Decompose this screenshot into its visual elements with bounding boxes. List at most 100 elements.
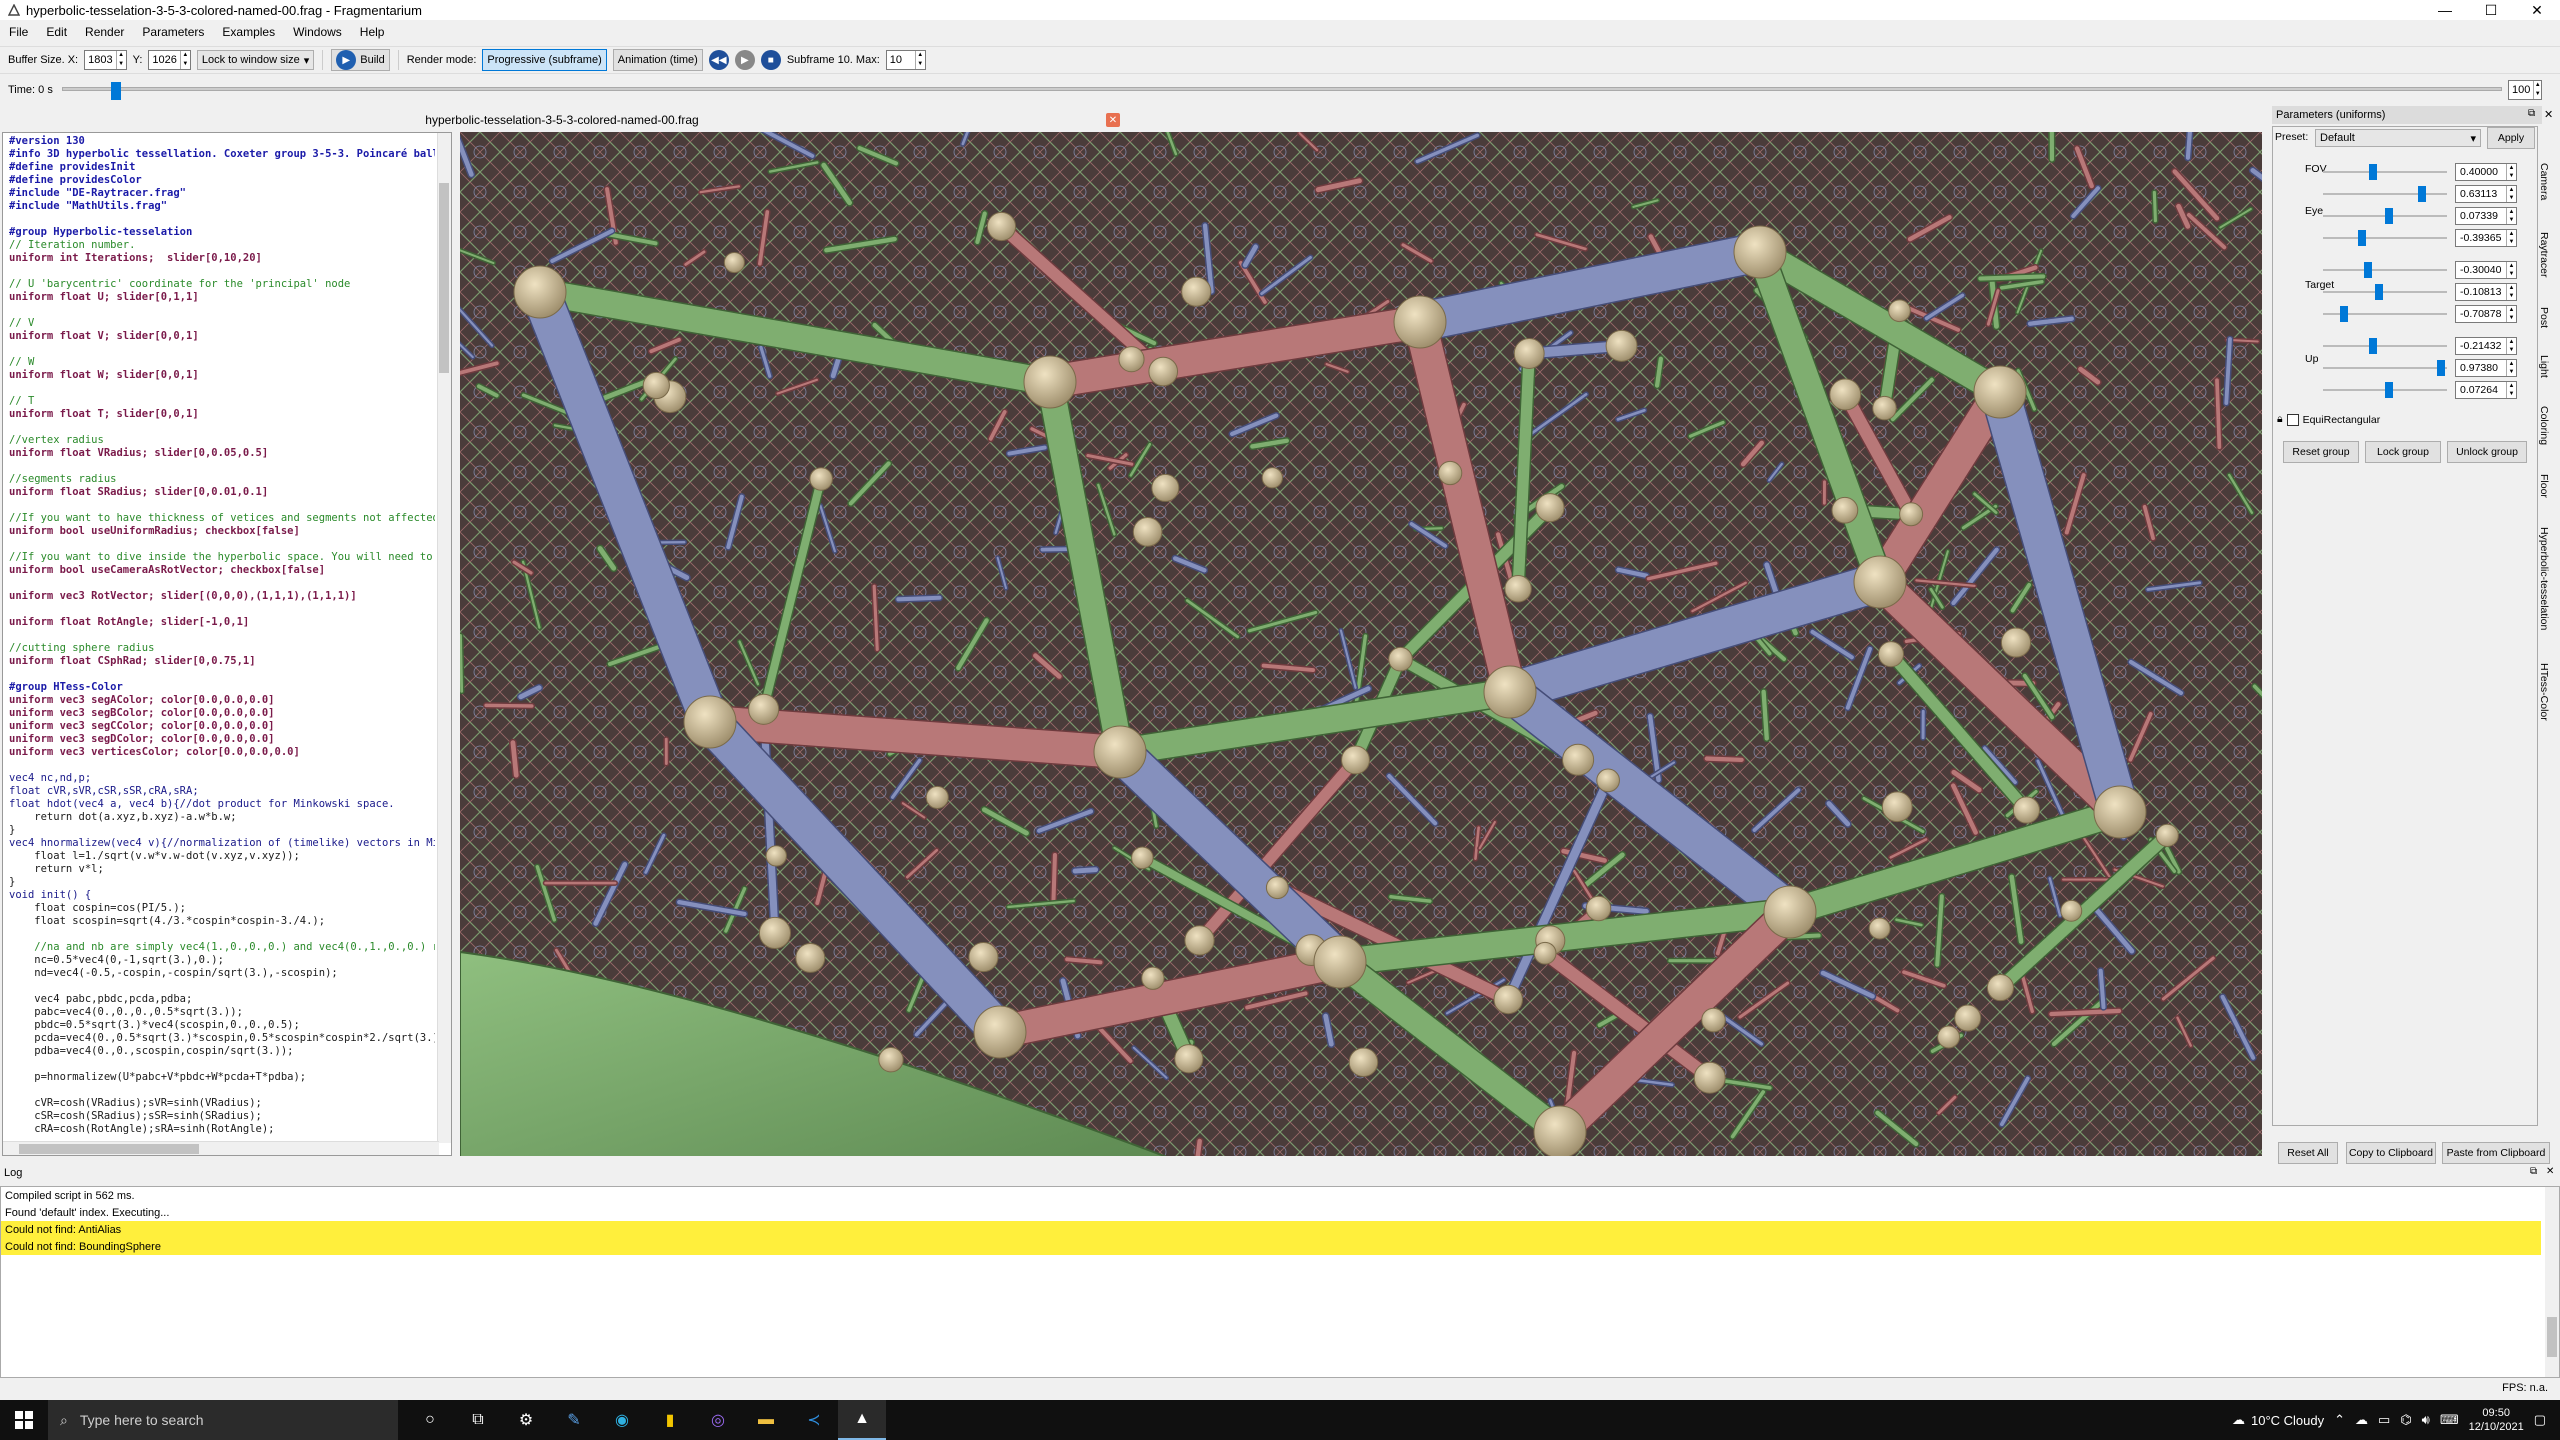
target-y-value[interactable]: -0.10813 ▲ ▼ xyxy=(2455,283,2517,301)
code-line[interactable]: uniform vec3 segBColor; color[0.0,0.0,0.… xyxy=(9,707,435,720)
clock[interactable]: 09:50 12/10/2021 xyxy=(2469,1406,2524,1434)
code-line[interactable]: pbdc=0.5*sqrt(3.)*vec4(scospin,0.,0.,0.5… xyxy=(9,1019,435,1032)
code-line[interactable] xyxy=(9,928,435,941)
file-explorer-icon[interactable]: ▬ xyxy=(742,1400,790,1440)
code-line[interactable] xyxy=(9,499,435,512)
close-button[interactable]: ✕ xyxy=(2514,0,2560,20)
float-panel-icon[interactable]: ⧉ xyxy=(2528,108,2535,119)
code-line[interactable] xyxy=(9,265,435,278)
code-line[interactable]: vec4 hnormalizew(vec4 v){//normalization… xyxy=(9,837,435,850)
up-x-slider-handle[interactable] xyxy=(2368,338,2377,354)
code-line[interactable]: cSR=cosh(SRadius);sSR=sinh(SRadius); xyxy=(9,1110,435,1123)
reset-group-button[interactable]: Reset group xyxy=(2283,441,2359,463)
code-line[interactable]: nc=0.5*vec4(0,-1,sqrt(3.),0.); xyxy=(9,954,435,967)
tab-htess-color[interactable]: HTess-Color xyxy=(2532,652,2556,732)
code-line[interactable]: vec4 pabc,pbdc,pcda,pdba; xyxy=(9,993,435,1006)
spin-arrows-icon[interactable]: ▲ ▼ xyxy=(914,51,925,69)
minimize-button[interactable]: — xyxy=(2422,0,2468,20)
code-line[interactable]: uniform bool useUniformRadius; checkbox[… xyxy=(9,525,435,538)
target-y-slider-handle[interactable] xyxy=(2374,284,2383,300)
spin-arrows-icon[interactable]: ▲ ▼ xyxy=(2506,164,2516,180)
eye-z-value[interactable]: -0.39365 ▲ ▼ xyxy=(2455,229,2517,247)
code-line[interactable]: uniform vec3 segDColor; color[0.0,0.0,0.… xyxy=(9,733,435,746)
code-line[interactable]: return v*l; xyxy=(9,863,435,876)
code-line[interactable]: p=hnormalizew(U*pabc+V*pbdc+W*pcda+T*pdb… xyxy=(9,1071,435,1084)
code-line[interactable] xyxy=(9,304,435,317)
code-line[interactable]: //If you want to dive inside the hyperbo… xyxy=(9,551,435,564)
weather-widget[interactable]: ☁ 10°C Cloudy xyxy=(2232,1412,2324,1428)
play-animation-icon[interactable]: ▶ xyxy=(734,50,755,70)
apply-button[interactable]: Apply xyxy=(2487,127,2535,149)
reset-all-button[interactable]: Reset All xyxy=(2278,1142,2338,1164)
maximize-button[interactable]: ☐ xyxy=(2468,0,2514,20)
code-line[interactable]: //If you want to have thickness of vetic… xyxy=(9,512,435,525)
target-x-slider-handle[interactable] xyxy=(2363,262,2372,278)
code-line[interactable]: #include "MathUtils.frag" xyxy=(9,200,435,213)
tab-coloring[interactable]: Coloring xyxy=(2532,394,2556,458)
keyboard-icon[interactable]: ⌨ xyxy=(2440,1412,2459,1428)
code-line[interactable]: uniform vec3 segCColor; color[0.0,0.0,0.… xyxy=(9,720,435,733)
code-line[interactable]: #group HTess-Color xyxy=(9,681,435,694)
code-line[interactable]: return dot(a.xyz,b.xyz)-a.w*b.w; xyxy=(9,811,435,824)
time-end-spinbox[interactable]: 100 ▲ ▼ xyxy=(2508,80,2542,100)
lock-size-dropdown[interactable]: Lock to window size ▾ xyxy=(196,50,315,70)
unlock-group-button[interactable]: Unlock group xyxy=(2447,441,2527,463)
spin-arrows-icon[interactable]: ▲ ▼ xyxy=(2533,81,2541,99)
code-line[interactable] xyxy=(9,668,435,681)
code-line[interactable]: uniform float VRadius; slider[0,0.05,0.5… xyxy=(9,447,435,460)
code-text[interactable]: #version 130 #info 3D hyperbolic tessella… xyxy=(9,135,435,1136)
subframe-max-spinbox[interactable]: 10 ▲ ▼ xyxy=(885,50,926,70)
code-line[interactable]: nd=vec4(-0.5,-cospin,-cospin/sqrt(3.),-s… xyxy=(9,967,435,980)
buffer-y-spinbox[interactable]: 1026 ▲ ▼ xyxy=(148,50,191,70)
tab-camera[interactable]: Camera xyxy=(2532,152,2556,212)
log-output[interactable]: Compiled script in 562 ms. Found 'defaul… xyxy=(0,1186,2560,1378)
up-y-value[interactable]: 0.97380 ▲ ▼ xyxy=(2455,359,2517,377)
code-line[interactable]: } xyxy=(9,876,435,889)
target-x-value[interactable]: -0.30040 ▲ ▼ xyxy=(2455,261,2517,279)
app-feather-icon[interactable]: ✎ xyxy=(550,1400,598,1440)
code-line[interactable]: uniform float V; slider[0,0,1] xyxy=(9,330,435,343)
obs-app-icon[interactable]: ◎ xyxy=(694,1400,742,1440)
battery-icon[interactable]: ▭ xyxy=(2378,1412,2390,1428)
code-line[interactable] xyxy=(9,629,435,642)
volume-icon[interactable]: 🔊︎ xyxy=(2422,1412,2430,1428)
code-line[interactable]: //segments radius xyxy=(9,473,435,486)
menu-render[interactable]: Render xyxy=(76,25,133,39)
code-line[interactable]: uniform float W; slider[0,0,1] xyxy=(9,369,435,382)
task-view-icon[interactable]: ⧉ xyxy=(454,1400,502,1440)
code-line[interactable]: // Iteration number. xyxy=(9,239,435,252)
code-line[interactable]: float l=1./sqrt(v.w*v.w-dot(v.xyz,v.xyz)… xyxy=(9,850,435,863)
equirectangular-checkbox[interactable] xyxy=(2286,413,2299,426)
code-line[interactable]: vec4 nc,nd,p; xyxy=(9,772,435,785)
code-line[interactable]: // V xyxy=(9,317,435,330)
scroll-thumb[interactable] xyxy=(19,1144,199,1154)
eye-y-slider-handle[interactable] xyxy=(2385,208,2394,224)
code-line[interactable]: float hdot(vec4 a, vec4 b){//dot product… xyxy=(9,798,435,811)
code-line[interactable] xyxy=(9,1084,435,1097)
float-panel-icon[interactable]: ⧉ xyxy=(2530,1166,2537,1177)
editor-horizontal-scrollbar[interactable] xyxy=(3,1141,439,1155)
lock-icon[interactable]: 🔒︎ xyxy=(2277,413,2283,426)
code-line[interactable]: float cVR,sVR,cSR,sSR,cRA,sRA; xyxy=(9,785,435,798)
editor-vertical-scrollbar[interactable] xyxy=(437,133,451,1143)
code-line[interactable] xyxy=(9,343,435,356)
spin-arrows-icon[interactable]: ▲ ▼ xyxy=(2506,262,2516,278)
code-line[interactable]: #version 130 xyxy=(9,135,435,148)
stop-icon[interactable]: ■ xyxy=(760,50,781,70)
code-line[interactable]: uniform float RotAngle; slider[-1,0,1] xyxy=(9,616,435,629)
up-y-slider[interactable] xyxy=(2323,367,2447,369)
code-line[interactable]: float scospin=sqrt(4./3.*cospin*cospin-3… xyxy=(9,915,435,928)
build-button[interactable]: ▶ Build xyxy=(331,49,390,71)
copy-to-clipboard-button[interactable]: Copy to Clipboard xyxy=(2346,1142,2436,1164)
sticky-notes-icon[interactable]: ▮ xyxy=(646,1400,694,1440)
code-line[interactable]: uniform float T; slider[0,0,1] xyxy=(9,408,435,421)
code-editor[interactable]: #version 130 #info 3D hyperbolic tessella… xyxy=(2,132,452,1156)
menu-parameters[interactable]: Parameters xyxy=(133,25,213,39)
menu-help[interactable]: Help xyxy=(351,25,394,39)
menu-file[interactable]: File xyxy=(0,25,37,39)
code-line[interactable] xyxy=(9,460,435,473)
code-line[interactable]: uniform bool useCameraAsRotVector; check… xyxy=(9,564,435,577)
spin-arrows-icon[interactable]: ▲ ▼ xyxy=(2506,338,2516,354)
target-x-slider[interactable] xyxy=(2323,269,2447,271)
code-line[interactable]: // U 'barycentric' coordinate for the 'p… xyxy=(9,278,435,291)
